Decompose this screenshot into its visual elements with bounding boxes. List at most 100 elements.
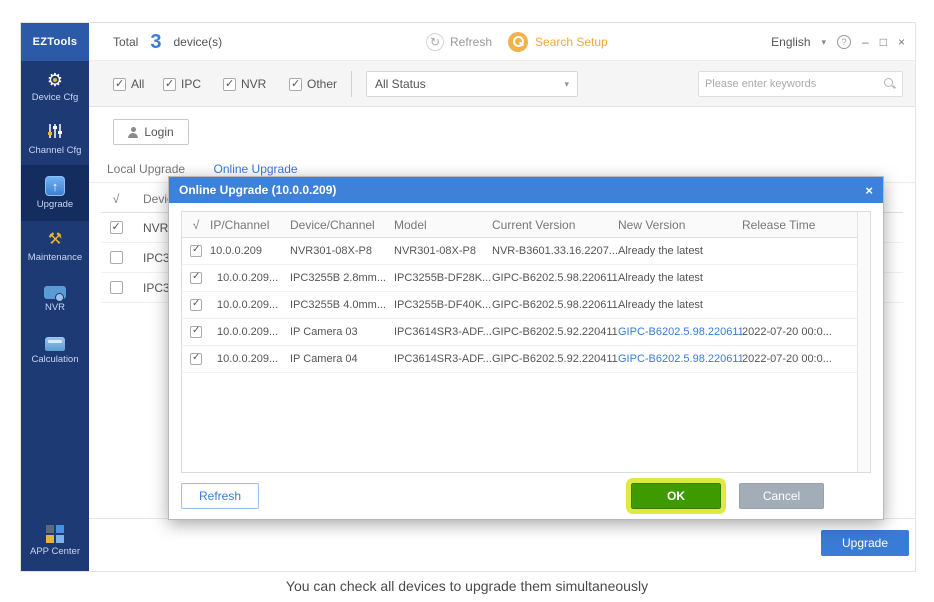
row-checkbox[interactable] bbox=[110, 251, 123, 264]
help-icon[interactable]: ? bbox=[837, 35, 851, 49]
app-grid-icon bbox=[46, 525, 64, 543]
sidebar-item-label: Channel Cfg bbox=[29, 145, 82, 156]
current-version-cell: GIPC-B6202.5.92.220411 bbox=[492, 353, 618, 365]
ok-button[interactable]: OK bbox=[631, 483, 721, 509]
checkbox-icon[interactable] bbox=[223, 78, 236, 91]
select-all-header[interactable]: √ bbox=[182, 218, 210, 232]
row-checkbox[interactable] bbox=[190, 272, 202, 284]
instruction-caption: You can check all devices to upgrade the… bbox=[0, 578, 934, 594]
checkbox-icon[interactable] bbox=[163, 78, 176, 91]
checkbox-all[interactable]: All bbox=[113, 77, 144, 91]
checkbox-icon[interactable] bbox=[113, 78, 126, 91]
sidebar-item-channel-cfg[interactable]: Channel Cfg bbox=[21, 113, 89, 165]
sidebar-item-device-cfg[interactable]: ⚙ Device Cfg bbox=[21, 61, 89, 113]
search-setup-label: Search Setup bbox=[535, 35, 608, 49]
table-row[interactable]: 10.0.0.209... IP Camera 04 IPC3614SR3-AD… bbox=[182, 346, 870, 373]
tools-icon: ⚒ bbox=[48, 231, 62, 249]
cancel-button[interactable]: Cancel bbox=[739, 483, 824, 509]
status-dropdown[interactable]: All Status ▾ bbox=[366, 71, 578, 97]
close-button[interactable]: × bbox=[898, 35, 905, 49]
column-header-current-version: Current Version bbox=[492, 218, 618, 232]
table-row[interactable]: 10.0.0.209 NVR301-08X-P8 NVR301-08X-P8 N… bbox=[182, 238, 870, 265]
row-checkbox[interactable] bbox=[110, 221, 123, 234]
column-header-device: Device/Channel bbox=[290, 218, 394, 232]
upgrade-table: √ IP/Channel Device/Channel Model Curren… bbox=[181, 211, 871, 473]
table-row[interactable]: 10.0.0.209... IP Camera 03 IPC3614SR3-AD… bbox=[182, 319, 870, 346]
search-setup-button[interactable]: Search Setup bbox=[508, 23, 608, 61]
login-label: Login bbox=[144, 125, 173, 139]
sidebar-item-calculation[interactable]: Calculation bbox=[21, 325, 89, 377]
refresh-label: Refresh bbox=[450, 35, 492, 49]
ip-cell: 10.0.0.209 bbox=[210, 245, 290, 257]
release-time-cell: 2022-07-20 00:0... bbox=[742, 326, 857, 338]
new-version-cell: Already the latest bbox=[618, 272, 742, 284]
total-label: Total bbox=[113, 35, 138, 49]
person-icon bbox=[128, 127, 138, 138]
current-version-cell: GIPC-B6202.5.98.220611 bbox=[492, 272, 618, 284]
eztools-logo: EZTools bbox=[21, 23, 89, 61]
window-controls: English ▾ ? – □ × bbox=[771, 23, 905, 61]
row-checkbox[interactable] bbox=[190, 245, 202, 257]
current-version-cell: GIPC-B6202.5.98.220611 bbox=[492, 299, 618, 311]
checkbox-label: Other bbox=[307, 77, 337, 91]
row-checkbox[interactable] bbox=[190, 326, 202, 338]
checkbox-label: NVR bbox=[241, 77, 266, 91]
online-upgrade-dialog: Online Upgrade (10.0.0.209) × √ IP/Chann… bbox=[168, 176, 884, 520]
sidebar-item-label: Calculation bbox=[32, 354, 79, 365]
column-header-new-version: New Version bbox=[618, 218, 742, 232]
sidebar-item-label: Device Cfg bbox=[32, 92, 78, 103]
device-total: Total 3 device(s) bbox=[113, 23, 222, 61]
sidebar-item-label: APP Center bbox=[30, 546, 80, 557]
login-button[interactable]: Login bbox=[113, 119, 189, 145]
chevron-down-icon[interactable]: ▾ bbox=[822, 37, 827, 48]
row-checkbox[interactable] bbox=[110, 281, 123, 294]
checkbox-nvr[interactable]: NVR bbox=[223, 77, 266, 91]
table-row[interactable]: 10.0.0.209... IPC3255B 4.0mm... IPC3255B… bbox=[182, 292, 870, 319]
ip-cell: 10.0.0.209... bbox=[210, 299, 290, 311]
filter-bar: All IPC NVR Other All Status ▾ bbox=[89, 61, 915, 107]
model-cell: IPC3255B-DF28K... bbox=[394, 272, 492, 284]
model-cell: NVR301-08X-P8 bbox=[394, 245, 492, 257]
language-selector[interactable]: English bbox=[771, 35, 810, 49]
row-checkbox[interactable] bbox=[190, 353, 202, 365]
new-version-cell: Already the latest bbox=[618, 245, 742, 257]
refresh-icon: ↻ bbox=[426, 33, 444, 51]
sidebar-item-upgrade[interactable]: ↑ Upgrade bbox=[21, 165, 89, 221]
sidebar-item-app-center[interactable]: APP Center bbox=[21, 515, 89, 567]
devices-label: device(s) bbox=[173, 35, 222, 49]
sidebar: ⚙ Device Cfg Channel Cfg ↑ bbox=[21, 61, 89, 571]
sidebar-item-nvr[interactable]: NVR bbox=[21, 273, 89, 325]
ip-cell: 10.0.0.209... bbox=[210, 353, 290, 365]
sidebar-item-maintenance[interactable]: ⚒ Maintenance bbox=[21, 221, 89, 273]
model-cell: IPC3614SR3-ADF... bbox=[394, 326, 492, 338]
scrollbar[interactable] bbox=[857, 212, 870, 472]
sidebar-item-label: NVR bbox=[45, 302, 65, 313]
refresh-button[interactable]: ↻ Refresh bbox=[426, 23, 492, 61]
dialog-refresh-button[interactable]: Refresh bbox=[181, 483, 259, 509]
checkbox-ipc[interactable]: IPC bbox=[163, 77, 201, 91]
new-version-cell: GIPC-B6202.5.98.220611 bbox=[618, 353, 742, 365]
dialog-close-icon[interactable]: × bbox=[865, 184, 873, 197]
upgrade-arrow-icon: ↑ bbox=[45, 176, 65, 196]
keyword-search-box[interactable] bbox=[698, 71, 903, 97]
search-input[interactable] bbox=[705, 78, 884, 90]
maximize-button[interactable]: □ bbox=[880, 35, 887, 49]
search-icon[interactable] bbox=[884, 78, 896, 90]
screenshot-page: EZTools Total 3 device(s) ↻ Refresh Sear… bbox=[0, 0, 934, 602]
table-row[interactable]: 10.0.0.209... IPC3255B 2.8mm... IPC3255B… bbox=[182, 265, 870, 292]
upgrade-button[interactable]: Upgrade bbox=[821, 530, 909, 556]
dialog-title-bar[interactable]: Online Upgrade (10.0.0.209) × bbox=[169, 177, 883, 203]
new-version-cell: Already the latest bbox=[618, 299, 742, 311]
row-checkbox[interactable] bbox=[190, 299, 202, 311]
dialog-title: Online Upgrade (10.0.0.209) bbox=[179, 183, 336, 197]
model-cell: IPC3614SR3-ADF... bbox=[394, 353, 492, 365]
sliders-icon bbox=[46, 123, 64, 142]
column-header-release-time: Release Time bbox=[742, 218, 857, 232]
minimize-button[interactable]: – bbox=[862, 35, 869, 49]
checkbox-other[interactable]: Other bbox=[289, 77, 337, 91]
checkbox-icon[interactable] bbox=[289, 78, 302, 91]
calculator-icon bbox=[45, 337, 65, 351]
select-all-header[interactable]: √ bbox=[101, 192, 131, 206]
device-cell: IP Camera 04 bbox=[290, 353, 394, 365]
nvr-device-icon bbox=[44, 286, 66, 299]
